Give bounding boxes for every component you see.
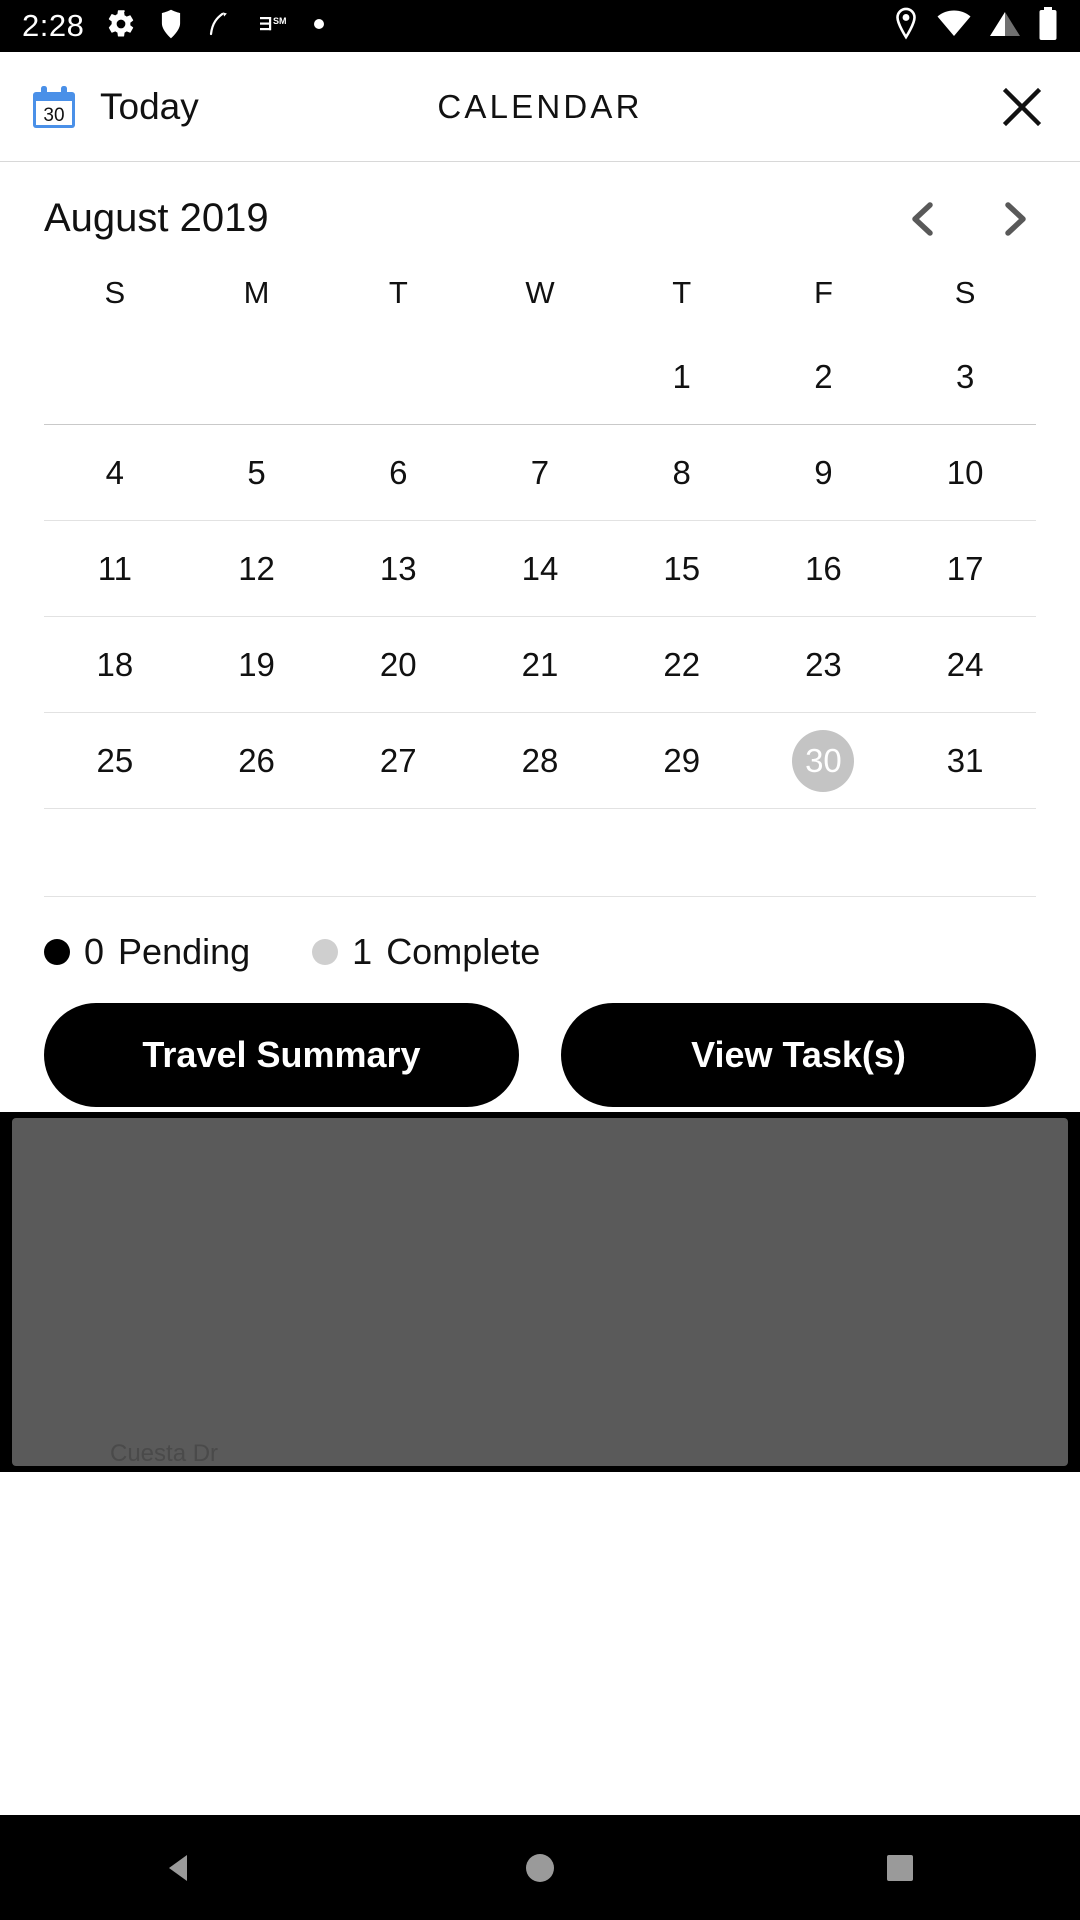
calendar-badge-icon[interactable]: 30 (30, 83, 78, 131)
calendar-day-cell[interactable]: 21 (469, 617, 611, 712)
recents-square-icon (887, 1854, 913, 1881)
calendar-day-cell[interactable]: 15 (611, 521, 753, 616)
month-navigation: August 2019 (0, 162, 1080, 259)
calendar-day-cell[interactable]: 18 (44, 617, 186, 712)
calendar-day-cell[interactable]: 19 (186, 617, 328, 712)
next-month-button[interactable] (992, 197, 1036, 241)
close-button[interactable] (994, 79, 1050, 135)
view-tasks-button[interactable]: View Task(s) (561, 1003, 1036, 1107)
weekday-label: S (104, 275, 126, 310)
close-icon (1002, 87, 1042, 126)
svg-text:30: 30 (43, 105, 64, 126)
calendar-week-row: 11 12 13 14 15 16 17 (44, 521, 1036, 617)
curve-graph-icon (206, 9, 236, 44)
calendar-day-cell[interactable]: 28 (469, 713, 611, 808)
home-circle-icon (526, 1853, 554, 1882)
weekday-header-row: S M T W T F S (44, 259, 1036, 329)
month-year-title: August 2019 (44, 196, 269, 240)
calendar-day-cell[interactable]: 8 (611, 425, 753, 520)
sim-icon: SM (258, 12, 290, 41)
action-button-row: Travel Summary View Task(s) (0, 973, 1080, 1107)
calendar-week-row: 25 26 27 28 29 30 31 (44, 713, 1036, 809)
calendar-day-cell[interactable]: 13 (327, 521, 469, 616)
calendar-day-cell[interactable]: 31 (894, 713, 1036, 808)
calendar-day-cell[interactable]: 11 (44, 521, 186, 616)
calendar-day-cell (327, 329, 469, 424)
calendar-empty-row (44, 809, 1036, 897)
back-button[interactable] (160, 1848, 200, 1888)
complete-dot-icon (312, 939, 339, 965)
weekday-label: W (525, 275, 555, 310)
wifi-icon (936, 9, 972, 44)
weekday-label: F (813, 275, 833, 310)
calendar-day-cell-today[interactable]: 30 (753, 713, 895, 808)
recents-button[interactable] (880, 1848, 920, 1888)
svg-text:SM: SM (273, 16, 287, 26)
calendar-day-cell[interactable]: 6 (327, 425, 469, 520)
back-triangle-icon (169, 1854, 187, 1881)
calendar-day-cell[interactable]: 3 (894, 329, 1036, 424)
calendar-day-cell (44, 329, 186, 424)
calendar-day-cell[interactable]: 27 (327, 713, 469, 808)
today-label[interactable]: Today (100, 86, 199, 128)
task-status-legend: 0 Pending 1 Complete (0, 897, 1080, 973)
calendar-day-cell[interactable]: 1 (611, 329, 753, 424)
calendar-day-cell (469, 329, 611, 424)
calendar-day-cell[interactable]: 20 (327, 617, 469, 712)
gear-icon (106, 9, 136, 44)
weekday-label: T (388, 275, 408, 310)
calendar-day-cell[interactable]: 16 (753, 521, 895, 616)
calendar-week-row: 1 2 3 (44, 329, 1036, 425)
system-navigation-bar (0, 1815, 1080, 1920)
weekday-label: T (672, 275, 692, 310)
home-button[interactable] (520, 1848, 560, 1888)
calendar-day-cell[interactable]: 2 (753, 329, 895, 424)
complete-count: 1 (352, 931, 373, 972)
calendar-grid: S M T W T F S 1 2 3 4 5 6 7 8 9 10 11 12… (0, 259, 1080, 897)
calendar-day-cell[interactable]: 22 (611, 617, 753, 712)
calendar-day-cell[interactable]: 9 (753, 425, 895, 520)
cell-signal-icon (988, 9, 1022, 44)
dot-icon (312, 17, 326, 36)
calendar-day-cell[interactable]: 29 (611, 713, 753, 808)
chevron-left-icon (912, 201, 933, 236)
location-pin-icon (892, 7, 920, 46)
calendar-day-cell[interactable]: 17 (894, 521, 1036, 616)
calendar-day-cell[interactable]: 4 (44, 425, 186, 520)
weekday-label: S (954, 275, 976, 310)
dimmed-backdrop[interactable]: Cuesta Dr (0, 1112, 1080, 1472)
map-street-label: Cuesta Dr (110, 1440, 219, 1467)
pending-count: 0 (84, 931, 105, 972)
calendar-day-cell[interactable]: 12 (186, 521, 328, 616)
dimmed-map-surface (12, 1118, 1068, 1466)
calendar-day-cell[interactable]: 26 (186, 713, 328, 808)
calendar-day-cell[interactable]: 24 (894, 617, 1036, 712)
calendar-day-cell (186, 329, 328, 424)
calendar-day-cell[interactable]: 7 (469, 425, 611, 520)
calendar-day-cell[interactable]: 14 (469, 521, 611, 616)
app-header: 30 Today CALENDAR (0, 52, 1080, 162)
phone-screen: 2:28 SM 30 Today CALENDAR August 2019 S … (0, 0, 1080, 1920)
battery-icon (1038, 6, 1058, 46)
complete-label: Complete (386, 931, 541, 972)
previous-month-button[interactable] (902, 197, 946, 241)
calendar-day-cell[interactable]: 25 (44, 713, 186, 808)
calendar-day-cell[interactable]: 10 (894, 425, 1036, 520)
calendar-week-row: 18 19 20 21 22 23 24 (44, 617, 1036, 713)
travel-summary-button[interactable]: Travel Summary (44, 1003, 519, 1107)
calendar-day-cell[interactable]: 5 (186, 425, 328, 520)
status-bar: 2:28 SM (0, 0, 1080, 52)
chevron-right-icon (1005, 201, 1026, 236)
pending-label: Pending (118, 931, 251, 972)
shield-icon (158, 8, 184, 45)
calendar-day-cell[interactable]: 23 (753, 617, 895, 712)
status-bar-clock: 2:28 (22, 8, 85, 43)
calendar-week-row: 4 5 6 7 8 9 10 (44, 425, 1036, 521)
weekday-label: M (243, 275, 270, 310)
pending-dot-icon (44, 939, 70, 965)
